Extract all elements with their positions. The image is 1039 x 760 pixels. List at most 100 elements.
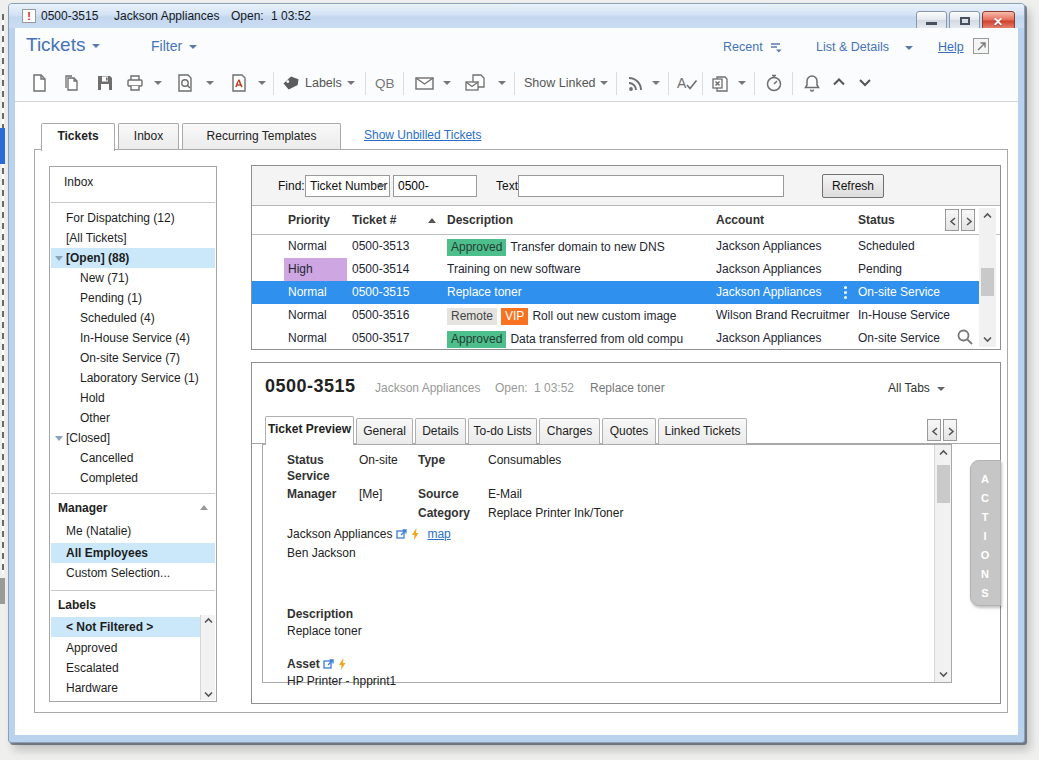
sidebar-item-pending[interactable]: Pending (1)	[51, 288, 215, 308]
collapse-icon[interactable]	[55, 256, 63, 261]
sidebar-item-on-site-service[interactable]: On-site Service (7)	[51, 348, 215, 368]
scroll-down-icon[interactable]	[939, 670, 948, 678]
next-button[interactable]	[856, 73, 874, 91]
tab-ticket-preview[interactable]: Ticket Preview	[265, 416, 354, 445]
open-asset-icon[interactable]	[323, 658, 335, 670]
tab-charges[interactable]: Charges	[539, 418, 600, 444]
all-tabs-menu[interactable]: All Tabs	[888, 381, 945, 395]
list-details-menu[interactable]: List & Details	[816, 40, 913, 54]
scroll-up-icon[interactable]	[983, 212, 992, 220]
scrollbar-thumb[interactable]	[937, 465, 950, 503]
sidebar-item-scheduled[interactable]: Scheduled (4)	[51, 308, 215, 328]
column-scroll-right-button[interactable]	[961, 209, 975, 231]
pdf-caret-icon[interactable]	[258, 81, 266, 85]
quickbooks-button[interactable]: QB	[375, 76, 395, 91]
print-preview-caret-icon[interactable]	[206, 81, 214, 85]
scroll-down-icon[interactable]	[983, 335, 992, 343]
labels-caret-icon[interactable]	[347, 81, 355, 85]
sidebar-item-closed[interactable]: [Closed]	[51, 428, 215, 448]
sidebar-item-label-hardware[interactable]: Hardware	[51, 678, 200, 698]
tab-recurring-templates[interactable]: Recurring Templates	[182, 123, 341, 149]
excel-caret-icon[interactable]	[738, 81, 746, 85]
sidebar-item-not-filtered[interactable]: < Not Filtered >	[51, 617, 200, 637]
labels-scrollbar[interactable]	[200, 615, 215, 700]
filter-menu[interactable]: Filter	[151, 38, 197, 54]
pdf-button[interactable]	[229, 73, 249, 93]
recent-menu[interactable]: Recent	[723, 40, 782, 54]
print-caret-icon[interactable]	[154, 81, 162, 85]
print-button[interactable]	[125, 73, 145, 93]
sidebar-item-all-employees[interactable]: All Employees	[51, 543, 215, 563]
rss-button[interactable]	[626, 73, 646, 93]
ticket-row[interactable]: Normal 0500-3517 ApprovedData transferre…	[252, 327, 980, 350]
help-link[interactable]: Help	[938, 40, 964, 54]
show-linked-caret-icon[interactable]	[600, 81, 608, 85]
list-vertical-scrollbar[interactable]	[979, 208, 996, 347]
text-input[interactable]	[518, 175, 784, 197]
sidebar-item-open[interactable]: [Open] (88)	[51, 248, 215, 268]
labels-section-header[interactable]: Labels	[58, 595, 96, 615]
column-priority[interactable]: Priority	[288, 213, 330, 227]
new-ticket-button[interactable]	[29, 73, 49, 93]
column-account[interactable]: Account	[716, 213, 764, 227]
detail-vertical-scrollbar[interactable]	[934, 445, 951, 682]
print-preview-button[interactable]	[175, 73, 195, 93]
ticket-row[interactable]: Normal 0500-3513 ApprovedTransfer domain…	[252, 235, 980, 258]
collapse-icon[interactable]	[55, 436, 63, 441]
excel-export-button[interactable]	[710, 73, 730, 93]
tab-linked-tickets[interactable]: Linked Tickets	[658, 418, 747, 444]
row-menu-icon[interactable]	[844, 286, 847, 300]
sidebar-item-inbox[interactable]: Inbox	[51, 172, 215, 192]
scroll-up-icon[interactable]	[939, 449, 948, 457]
tab-general[interactable]: General	[356, 418, 413, 444]
tab-details[interactable]: Details	[415, 418, 466, 444]
scroll-up-icon[interactable]	[204, 617, 213, 625]
open-account-icon[interactable]	[396, 528, 408, 540]
refresh-button[interactable]: Refresh	[822, 174, 884, 198]
actions-tab[interactable]: ACTIONS	[970, 460, 1001, 606]
show-unbilled-tickets-link[interactable]: Show Unbilled Tickets	[364, 128, 481, 142]
sidebar-item-label-approved[interactable]: Approved	[51, 638, 200, 658]
detach-window-icon[interactable]	[973, 38, 989, 54]
sidebar-item-for-dispatching[interactable]: For Dispatching (12)	[51, 208, 215, 228]
tab-scroll-right-button[interactable]	[943, 419, 957, 441]
find-value-input[interactable]	[393, 175, 477, 197]
sidebar-item-custom-selection[interactable]: Custom Selection...	[51, 563, 215, 583]
manager-section-header[interactable]: Manager	[58, 498, 107, 518]
labels-button[interactable]	[281, 73, 301, 93]
search-icon[interactable]	[956, 328, 974, 346]
column-ticket[interactable]: Ticket #	[352, 213, 396, 227]
ticket-row-selected[interactable]: Normal 0500-3515 Replace toner Jackson A…	[252, 281, 980, 304]
tab-tickets[interactable]: Tickets	[41, 123, 115, 151]
spellcheck-button[interactable]: A	[676, 73, 698, 93]
labels-button-label[interactable]: Labels	[305, 76, 342, 90]
tickets-menu[interactable]: Tickets	[26, 34, 100, 56]
ticket-row[interactable]: Normal 0500-3516 RemoteVIPRoll out new c…	[252, 304, 980, 327]
copy-button[interactable]	[61, 73, 81, 93]
previous-button[interactable]	[830, 73, 848, 91]
quick-action-icon[interactable]	[338, 658, 347, 670]
window-titlebar[interactable]: ! 0500-3515 Jackson Appliances Open: 1 0…	[9, 4, 1024, 28]
tab-inbox[interactable]: Inbox	[118, 123, 179, 149]
sidebar-item-cancelled[interactable]: Cancelled	[51, 448, 215, 468]
scrollbar-thumb[interactable]	[981, 268, 994, 296]
rss-caret-icon[interactable]	[652, 81, 660, 85]
scroll-down-icon[interactable]	[204, 690, 213, 698]
sidebar-item-me[interactable]: Me (Natalie)	[51, 521, 215, 541]
timer-button[interactable]	[764, 73, 784, 93]
quick-action-icon[interactable]	[411, 528, 420, 540]
save-button[interactable]	[95, 73, 115, 93]
email-ticket-button[interactable]	[464, 73, 486, 93]
sidebar-item-laboratory-service[interactable]: Laboratory Service (1)	[51, 368, 215, 388]
sidebar-item-new[interactable]: New (71)	[51, 268, 215, 288]
find-field-select[interactable]: Ticket Number	[305, 175, 390, 197]
ticket-row[interactable]: High 0500-3514 Training on new software …	[252, 258, 980, 281]
show-linked-button[interactable]: Show Linked	[524, 76, 596, 90]
column-status[interactable]: Status	[858, 213, 895, 227]
column-scroll-left-button[interactable]	[945, 209, 959, 231]
email-button[interactable]	[414, 73, 435, 93]
sidebar-item-label-escalated[interactable]: Escalated	[51, 658, 200, 678]
column-description[interactable]: Description	[447, 213, 513, 227]
sidebar-item-other[interactable]: Other	[51, 408, 215, 428]
sidebar-item-all-tickets[interactable]: [All Tickets]	[51, 228, 215, 248]
